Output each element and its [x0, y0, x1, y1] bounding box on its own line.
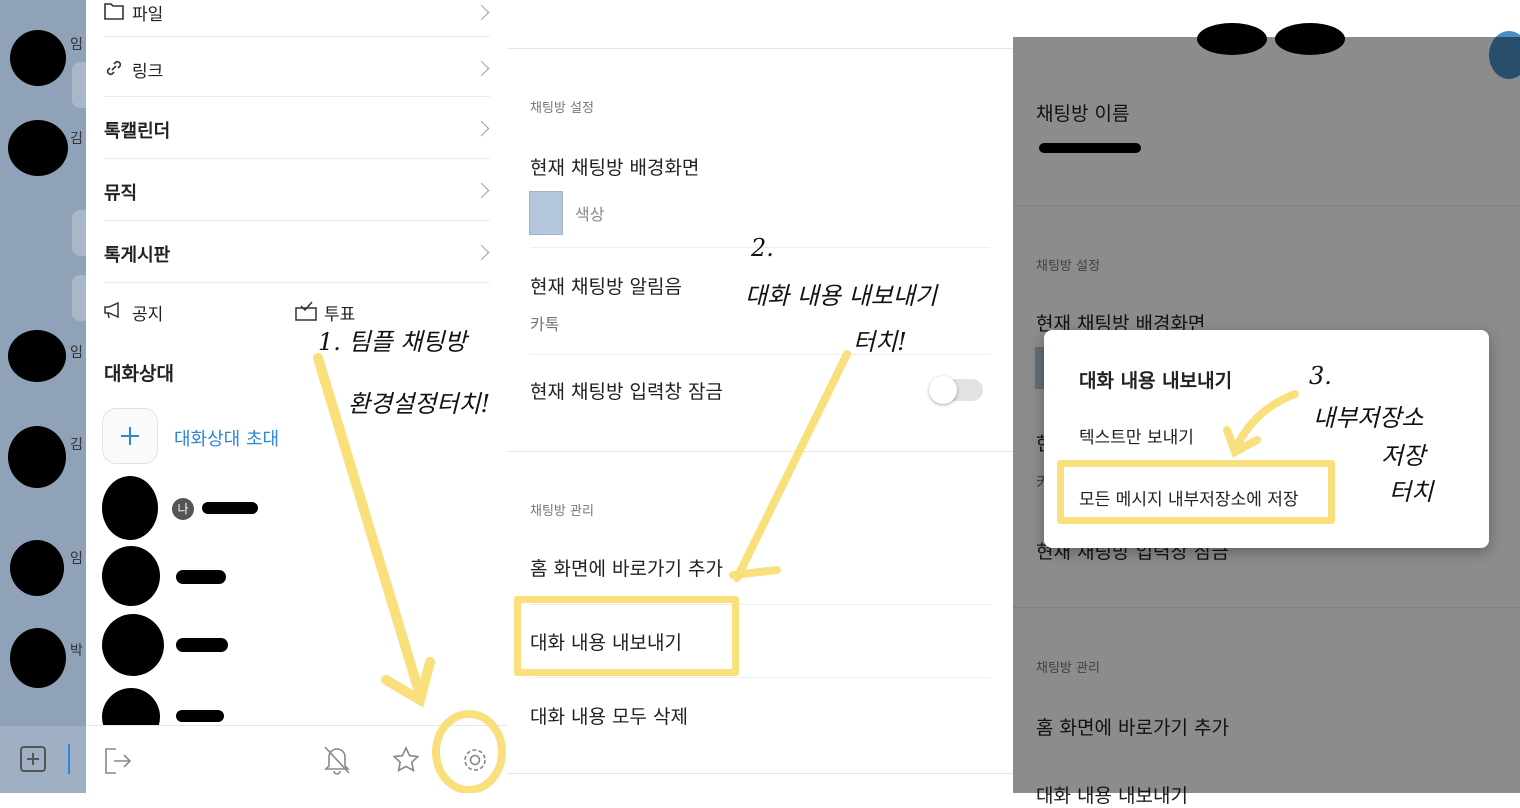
annotation-arrow-2 [729, 350, 851, 582]
panel-chatroom-settings: 채팅방 설정 현재 채팅방 배경화면 색상 현재 채팅방 알림음 카톡 현재 채… [507, 0, 1013, 793]
annotation-text: 환경설정터치! [348, 390, 491, 418]
annotation-text: 터치 [1389, 478, 1434, 506]
annotation-text: 1. 팀플 채팅방 [318, 328, 467, 356]
annotation-text: 저장 [1381, 442, 1426, 470]
annotation-text: 터치! [853, 328, 907, 356]
panel-export-dialog: 채팅방 이름 채팅방 설정 현재 채팅방 배경화면 현 카 현재 채팅방 입력창… [1013, 0, 1520, 807]
annotation-text: 내부저장소 [1313, 404, 1424, 432]
panel-chat-drawer: 임 김 임 김 임 박 파일 링크 톡캘린더 뮤직 톡게시판 공지 투표 대화상… [0, 0, 507, 794]
annotation-text: 대화 내용 내보내기 [745, 282, 937, 310]
annotation-text: 2. [751, 234, 774, 262]
annotation-arrow-3 [1223, 390, 1299, 458]
annotation-text: 3. [1309, 362, 1332, 390]
